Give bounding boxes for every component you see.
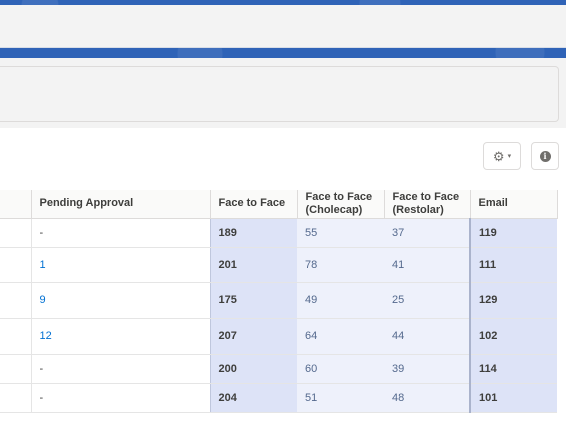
- cholecap-cell: 51: [297, 383, 384, 413]
- column-header-face-to-face-restolar[interactable]: Face to Face (Restolar): [384, 190, 471, 219]
- pending-approval-link[interactable]: 12: [31, 318, 210, 355]
- pending-approval-cell: -: [31, 354, 210, 384]
- cholecap-cell: 55: [297, 218, 384, 248]
- header-line: Face to Face: [305, 190, 373, 203]
- column-header-face-to-face[interactable]: Face to Face: [210, 190, 298, 219]
- cholecap-cell: 60: [297, 354, 384, 384]
- restolar-cell: 41: [384, 247, 471, 283]
- chevron-down-icon: ▾: [507, 153, 512, 160]
- column-header-pending-approval[interactable]: Pending Approval: [31, 190, 211, 219]
- pending-approval-cell: -: [31, 383, 210, 413]
- face-to-face-cell: 175: [209, 282, 297, 319]
- activity-table: Pending Approval Face to Face Face to Fa…: [0, 190, 558, 413]
- table-row: 9 175 49 25 129: [0, 282, 557, 319]
- name-cell: [0, 354, 32, 384]
- name-cell: [0, 383, 32, 413]
- email-cell: 129: [469, 282, 557, 319]
- face-to-face-cell: 201: [209, 247, 297, 283]
- restolar-cell: 39: [384, 354, 471, 384]
- email-cell: 111: [469, 247, 557, 283]
- settings-menu-button[interactable]: ⚙ ▾: [483, 142, 521, 170]
- table-row: - 200 60 39 114: [0, 354, 557, 384]
- restolar-cell: 25: [384, 282, 471, 319]
- info-icon: i: [539, 150, 551, 162]
- restolar-cell: 44: [384, 318, 471, 355]
- face-to-face-cell: 200: [209, 354, 297, 384]
- column-header-email[interactable]: Email: [470, 190, 558, 219]
- gear-icon: ⚙: [492, 148, 505, 164]
- header-line: (Restolar): [392, 203, 444, 216]
- top-header-bar: [0, 5, 566, 48]
- header-line: Face to Face: [392, 190, 460, 203]
- table-row: - 204 51 48 101: [0, 383, 557, 413]
- name-cell: [0, 318, 32, 355]
- restolar-cell: 48: [384, 383, 471, 413]
- face-to-face-cell: 189: [209, 218, 297, 248]
- pending-approval-cell: -: [31, 218, 210, 248]
- table-row: 1 201 78 41 111: [0, 247, 557, 283]
- face-to-face-cell: 204: [209, 383, 297, 413]
- email-cell: 101: [469, 383, 557, 413]
- name-cell: [0, 247, 32, 283]
- column-header-name[interactable]: [0, 190, 32, 219]
- info-button[interactable]: i: [531, 142, 559, 170]
- name-cell: [0, 218, 32, 248]
- table-row: 12 207 64 44 102: [0, 318, 557, 355]
- email-cell: 102: [469, 318, 557, 355]
- cholecap-cell: 78: [297, 247, 384, 283]
- cholecap-cell: 64: [297, 318, 384, 355]
- column-header-face-to-face-cholecap[interactable]: Face to Face (Cholecap): [297, 190, 385, 219]
- pending-approval-link[interactable]: 9: [31, 282, 210, 319]
- email-cell: 114: [469, 354, 557, 384]
- header-line: (Cholecap): [305, 203, 363, 216]
- filter-panel: [0, 66, 559, 122]
- cholecap-cell: 49: [297, 282, 384, 319]
- name-cell: [0, 282, 32, 319]
- pending-approval-link[interactable]: 1: [31, 247, 210, 283]
- restolar-cell: 37: [384, 218, 471, 248]
- table-header-row: Pending Approval Face to Face Face to Fa…: [0, 190, 558, 219]
- table-row: - 189 55 37 119: [0, 218, 557, 248]
- face-to-face-cell: 207: [209, 318, 297, 355]
- email-cell: 119: [469, 218, 557, 248]
